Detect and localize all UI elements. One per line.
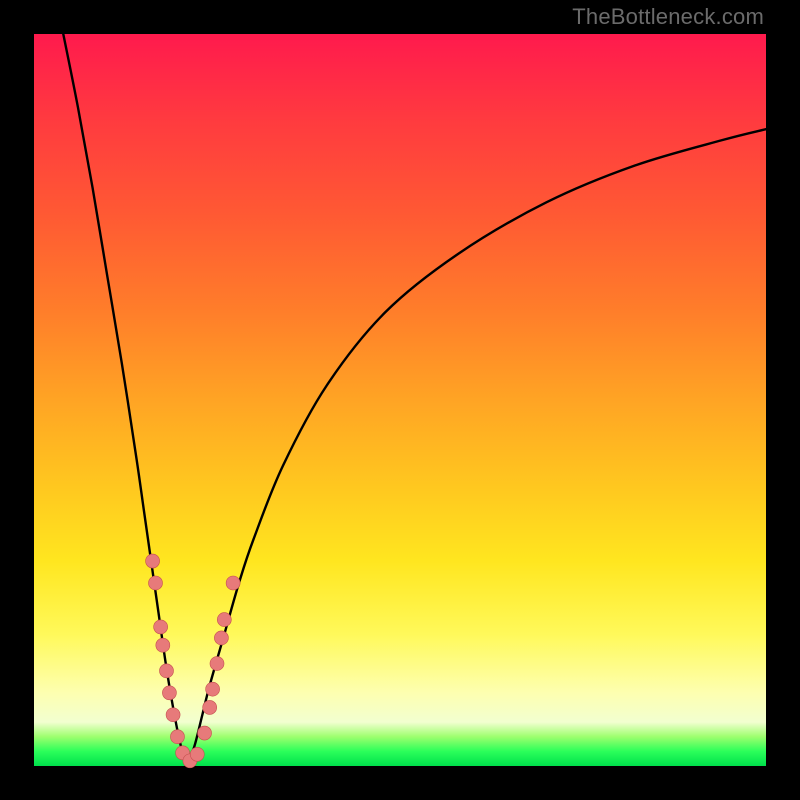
data-marker xyxy=(203,700,217,714)
marker-layer xyxy=(146,554,241,768)
data-marker xyxy=(206,682,220,696)
data-marker xyxy=(156,638,170,652)
data-marker xyxy=(214,631,228,645)
frame-left xyxy=(0,0,34,800)
data-marker xyxy=(166,708,180,722)
data-marker xyxy=(226,576,240,590)
data-marker xyxy=(217,613,231,627)
data-marker xyxy=(162,686,176,700)
curve-left-branch xyxy=(63,34,187,766)
curve-right-branch xyxy=(188,129,766,766)
chart-svg xyxy=(34,34,766,766)
data-marker xyxy=(210,657,224,671)
watermark-text: TheBottleneck.com xyxy=(572,4,764,30)
data-marker xyxy=(198,726,212,740)
data-marker xyxy=(190,747,204,761)
frame-right xyxy=(766,0,800,800)
frame-bottom xyxy=(0,766,800,800)
data-marker xyxy=(154,620,168,634)
data-marker xyxy=(149,576,163,590)
data-marker xyxy=(146,554,160,568)
plot-area xyxy=(34,34,766,766)
data-marker xyxy=(159,664,173,678)
data-marker xyxy=(170,730,184,744)
